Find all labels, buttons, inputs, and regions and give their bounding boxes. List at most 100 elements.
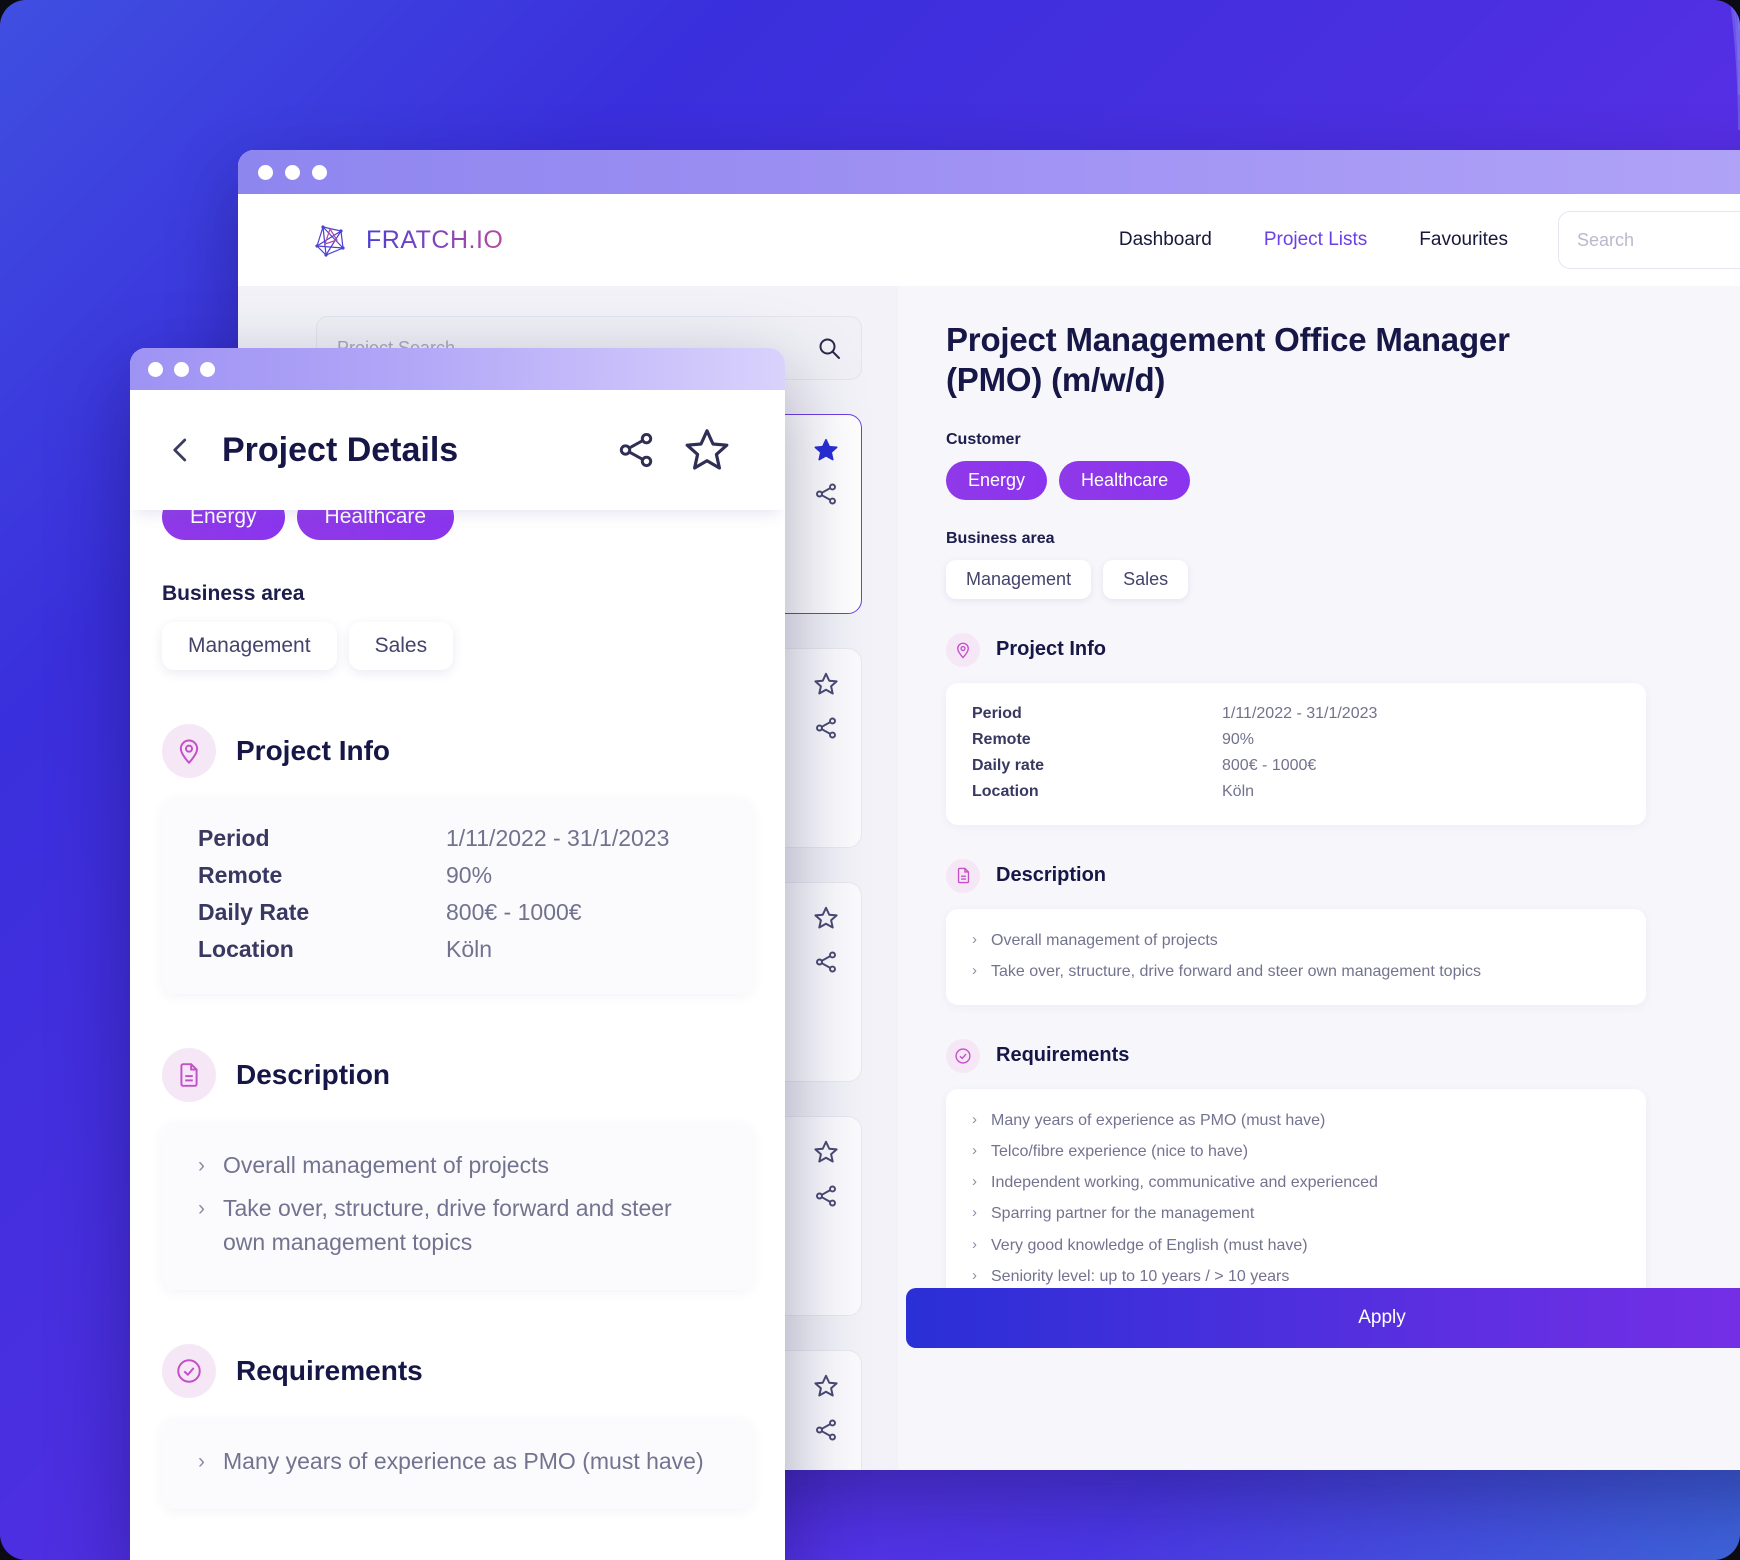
back-button[interactable] bbox=[166, 435, 196, 465]
list-item-text: Take over, structure, drive forward and … bbox=[223, 1195, 672, 1255]
modal-maximize-dot[interactable] bbox=[200, 361, 215, 377]
chevron-right-icon: › bbox=[972, 1173, 977, 1191]
row-key: Location bbox=[972, 782, 1039, 800]
list-item: › Independent working, communicative and… bbox=[972, 1167, 1620, 1198]
table-row: Daily rate 800€ - 1000€ bbox=[972, 753, 1620, 779]
chevron-right-icon: › bbox=[972, 1235, 977, 1253]
share-icon[interactable] bbox=[813, 1417, 839, 1443]
list-item: › Sparring partner for the management bbox=[972, 1198, 1620, 1229]
modal-header: Project Details bbox=[130, 390, 785, 510]
card-actions bbox=[813, 905, 839, 975]
search-box[interactable] bbox=[1558, 211, 1740, 269]
project-info-header: Project Info bbox=[946, 632, 1740, 667]
customer-label: Customer bbox=[946, 430, 1021, 448]
star-filled-icon[interactable] bbox=[813, 437, 839, 463]
table-row: Location Köln bbox=[198, 931, 717, 968]
location-pin-icon bbox=[946, 632, 980, 667]
modal-minimize-dot[interactable] bbox=[174, 361, 189, 377]
row-value: 800€ - 1000€ bbox=[1222, 756, 1317, 774]
star-outline-icon[interactable] bbox=[813, 905, 839, 931]
row-value: 800€ - 1000€ bbox=[446, 899, 582, 925]
chevron-right-icon: › bbox=[198, 1197, 205, 1221]
nav-item-favourites[interactable]: Favourites bbox=[1419, 229, 1508, 251]
business-area-tag[interactable]: Sales bbox=[1103, 559, 1189, 599]
location-pin-icon bbox=[162, 724, 216, 778]
row-value: 1/11/2022 - 31/1/2023 bbox=[446, 825, 670, 851]
project-info-heading: Project Info bbox=[996, 638, 1107, 660]
share-icon[interactable] bbox=[813, 949, 839, 975]
row-value: Köln bbox=[1222, 782, 1255, 800]
window-minimize-dot[interactable] bbox=[285, 164, 300, 180]
chevron-right-icon: › bbox=[198, 1450, 205, 1474]
business-area-label: Business area bbox=[162, 582, 305, 605]
chevron-right-icon: › bbox=[972, 1266, 977, 1284]
modal-content: Energy Healthcare Business area Manageme… bbox=[130, 494, 785, 1510]
check-circle-icon bbox=[946, 1038, 980, 1073]
check-circle-icon bbox=[162, 1344, 216, 1399]
requirements-heading: Requirements bbox=[236, 1355, 423, 1387]
chevron-right-icon: › bbox=[972, 1204, 977, 1222]
table-row: Period 1/11/2022 - 31/1/2023 bbox=[972, 701, 1620, 727]
modal-project-info-table: Period 1/11/2022 - 31/1/2023 Remote 90% … bbox=[162, 798, 753, 994]
nav-item-project-lists[interactable]: Project Lists bbox=[1264, 229, 1367, 251]
modal-requirements-list: › Many years of experience as PMO (must … bbox=[162, 1418, 753, 1510]
list-item: › Many years of experience as PMO (must … bbox=[972, 1105, 1620, 1136]
list-item: › Many years of experience as PMO (must … bbox=[198, 1440, 717, 1483]
share-icon[interactable] bbox=[813, 715, 839, 741]
modal-title: Project Details bbox=[222, 430, 459, 469]
row-value: 1/11/2022 - 31/1/2023 bbox=[1222, 704, 1378, 722]
list-item: › Overall management of projects bbox=[972, 925, 1620, 956]
brand-logo[interactable]: FRATCH.IO bbox=[310, 220, 503, 260]
list-item-text: Overall management of projects bbox=[223, 1152, 549, 1178]
row-value: 90% bbox=[446, 862, 493, 888]
star-outline-icon[interactable] bbox=[813, 1373, 839, 1399]
row-key: Remote bbox=[972, 730, 1031, 748]
star-outline-icon[interactable] bbox=[813, 671, 839, 697]
chevron-right-icon: › bbox=[198, 1154, 205, 1177]
list-item-text: Seniority level: up to 10 years / > 10 y… bbox=[991, 1267, 1290, 1285]
business-area-tag[interactable]: Sales bbox=[348, 622, 454, 670]
row-value: 90% bbox=[1222, 730, 1255, 748]
share-button[interactable] bbox=[615, 429, 657, 471]
list-item-text: Independent working, communicative and e… bbox=[991, 1174, 1378, 1192]
star-outline-icon bbox=[685, 429, 729, 470]
apply-button[interactable]: Apply bbox=[906, 1288, 1740, 1348]
card-actions bbox=[813, 1139, 839, 1209]
share-icon[interactable] bbox=[813, 1183, 839, 1209]
requirements-list: › Many years of experience as PMO (must … bbox=[946, 1088, 1646, 1310]
customer-tag[interactable]: Healthcare bbox=[1059, 460, 1191, 500]
top-navigation-bar: FRATCH.IO Dashboard Project Lists Favour… bbox=[238, 194, 1740, 286]
chevron-left-icon bbox=[173, 438, 187, 462]
chevron-right-icon: › bbox=[972, 961, 977, 979]
row-key: Remote bbox=[198, 862, 283, 888]
list-item: › Telco/fibre experience (nice to have) bbox=[972, 1136, 1620, 1167]
nav-links: Dashboard Project Lists Favourites bbox=[1119, 229, 1508, 251]
customer-tag[interactable]: Energy bbox=[946, 460, 1048, 500]
nav-item-dashboard[interactable]: Dashboard bbox=[1119, 229, 1212, 251]
modal-description-list: › Overall management of projects › Take … bbox=[162, 1122, 753, 1291]
list-item: › Take over, structure, drive forward an… bbox=[972, 956, 1620, 987]
project-details-modal-window: Project Details Energy Healthcare Busine… bbox=[130, 348, 785, 1560]
modal-close-dot[interactable] bbox=[148, 361, 163, 377]
business-area-tags: Management Sales bbox=[946, 559, 1740, 599]
table-row: Period 1/11/2022 - 31/1/2023 bbox=[198, 820, 717, 857]
table-row: Remote 90% bbox=[972, 727, 1620, 753]
search-icon[interactable] bbox=[817, 336, 841, 360]
list-item: › Overall management of projects bbox=[198, 1144, 717, 1187]
window-maximize-dot[interactable] bbox=[312, 164, 327, 180]
window-titlebar bbox=[238, 150, 1740, 194]
favourite-button[interactable] bbox=[683, 426, 731, 474]
list-item-text: Very good knowledge of English (must hav… bbox=[991, 1236, 1308, 1254]
screenshot-root: FRATCH.IO Dashboard Project Lists Favour… bbox=[0, 0, 1740, 1560]
requirements-header: Requirements bbox=[946, 1038, 1740, 1073]
business-area-tag[interactable]: Management bbox=[162, 622, 337, 670]
window-close-dot[interactable] bbox=[258, 164, 273, 180]
star-outline-icon[interactable] bbox=[813, 1139, 839, 1165]
business-area-tag[interactable]: Management bbox=[946, 559, 1092, 599]
list-item-text: Telco/fibre experience (nice to have) bbox=[991, 1143, 1249, 1161]
table-row: Remote 90% bbox=[198, 857, 717, 894]
share-icon[interactable] bbox=[813, 481, 839, 507]
search-input[interactable] bbox=[1577, 229, 1740, 251]
requirements-heading: Requirements bbox=[996, 1044, 1130, 1067]
modal-description-header: Description bbox=[162, 1048, 753, 1102]
